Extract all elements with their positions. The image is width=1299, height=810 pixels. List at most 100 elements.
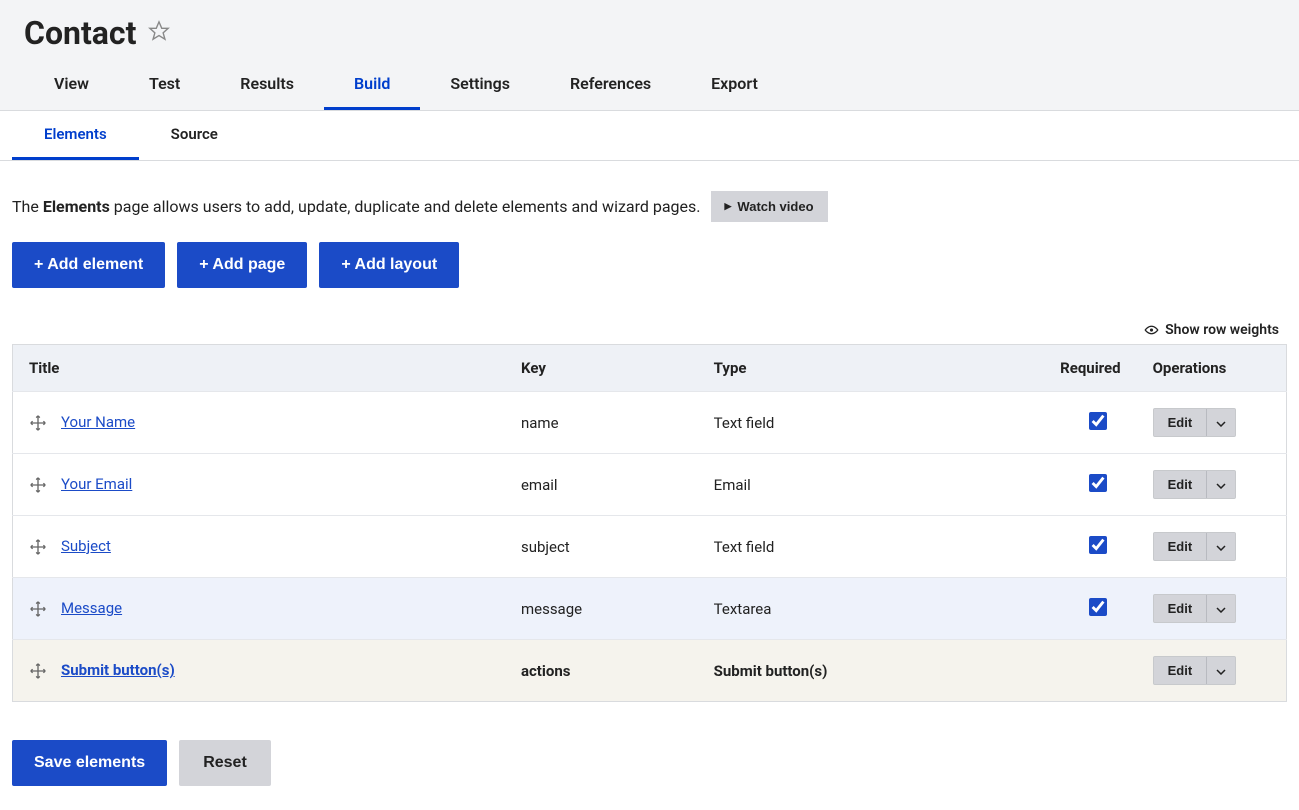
edit-button[interactable]: Edit (1154, 409, 1208, 436)
cell-type: Text field (698, 516, 1019, 578)
cell-key: message (505, 578, 698, 640)
elements-table: Title Key Type Required Operations Your … (12, 344, 1287, 702)
edit-button[interactable]: Edit (1154, 595, 1208, 622)
cell-key: email (505, 454, 698, 516)
tab-settings[interactable]: Settings (420, 60, 540, 110)
tab-results[interactable]: Results (210, 60, 324, 110)
add-layout-button[interactable]: + Add layout (319, 242, 459, 288)
operations-toggle[interactable] (1207, 471, 1235, 498)
tab-build[interactable]: Build (324, 60, 420, 110)
content-area: The Elements page allows users to add, u… (0, 161, 1299, 810)
element-title-link[interactable]: Submit button(s) (61, 661, 175, 679)
cell-operations: Edit (1137, 516, 1287, 578)
help-prefix: The (12, 197, 43, 216)
page-title: Contact (24, 14, 136, 52)
element-title-link[interactable]: Message (61, 599, 122, 617)
element-title-link[interactable]: Your Name (61, 413, 135, 431)
reset-button[interactable]: Reset (179, 740, 271, 786)
action-buttons: + Add element + Add page + Add layout (12, 242, 1287, 288)
chevron-down-icon (1216, 415, 1226, 430)
required-checkbox[interactable] (1089, 598, 1107, 616)
cell-required (1019, 640, 1137, 702)
cell-key: name (505, 392, 698, 454)
secondary-tabs-wrap: ElementsSource (0, 111, 1299, 161)
edit-button[interactable]: Edit (1154, 657, 1208, 684)
table-row: Your Email emailEmail Edit (13, 454, 1287, 516)
row-weights-label: Show row weights (1165, 322, 1279, 338)
operations-dropbutton: Edit (1153, 408, 1237, 437)
cell-operations: Edit (1137, 640, 1287, 702)
operations-toggle[interactable] (1207, 657, 1235, 684)
cell-required (1019, 454, 1137, 516)
table-row: Message messageTextarea Edit (13, 578, 1287, 640)
cell-title: Submit button(s) (13, 640, 505, 702)
cell-key: actions (505, 640, 698, 702)
cell-type: Submit button(s) (698, 640, 1019, 702)
cell-required (1019, 392, 1137, 454)
tab-view[interactable]: View (24, 60, 119, 110)
operations-dropbutton: Edit (1153, 532, 1237, 561)
eye-icon (1144, 325, 1159, 335)
table-row: Subject subjectText field Edit (13, 516, 1287, 578)
cell-title: Subject (13, 516, 505, 578)
table-header-row: Title Key Type Required Operations (13, 345, 1287, 392)
star-icon[interactable] (148, 20, 170, 46)
operations-toggle[interactable] (1207, 595, 1235, 622)
required-checkbox[interactable] (1089, 474, 1107, 492)
cell-required (1019, 516, 1137, 578)
add-page-button[interactable]: + Add page (177, 242, 307, 288)
move-icon[interactable] (29, 476, 47, 494)
save-elements-button[interactable]: Save elements (12, 740, 167, 786)
help-row: The Elements page allows users to add, u… (12, 161, 1287, 242)
cell-operations: Edit (1137, 578, 1287, 640)
cell-title: Message (13, 578, 505, 640)
move-icon[interactable] (29, 538, 47, 556)
operations-toggle[interactable] (1207, 533, 1235, 560)
operations-dropbutton: Edit (1153, 594, 1237, 623)
watch-video-button[interactable]: ▶ Watch video (711, 191, 828, 222)
chevron-down-icon (1216, 601, 1226, 616)
table-row: Your Name nameText field Edit (13, 392, 1287, 454)
move-icon[interactable] (29, 414, 47, 432)
subtab-source[interactable]: Source (139, 111, 250, 160)
help-bold: Elements (43, 197, 110, 216)
operations-toggle[interactable] (1207, 409, 1235, 436)
cell-type: Textarea (698, 578, 1019, 640)
cell-type: Email (698, 454, 1019, 516)
show-row-weights-toggle[interactable]: Show row weights (12, 316, 1287, 344)
edit-button[interactable]: Edit (1154, 533, 1208, 560)
header-type: Type (698, 345, 1019, 392)
header-key: Key (505, 345, 698, 392)
add-element-button[interactable]: + Add element (12, 242, 165, 288)
required-checkbox[interactable] (1089, 412, 1107, 430)
chevron-down-icon (1216, 477, 1226, 492)
help-text: The Elements page allows users to add, u… (12, 197, 701, 216)
top-region: Contact ViewTestResultsBuildSettingsRefe… (0, 0, 1299, 111)
secondary-tabs: ElementsSource (0, 111, 1299, 160)
chevron-down-icon (1216, 663, 1226, 678)
operations-dropbutton: Edit (1153, 470, 1237, 499)
subtab-elements[interactable]: Elements (12, 111, 139, 160)
table-row: Submit button(s)actionsSubmit button(s)E… (13, 640, 1287, 702)
element-title-link[interactable]: Your Email (61, 475, 132, 493)
title-row: Contact (0, 0, 1299, 60)
move-icon[interactable] (29, 600, 47, 618)
tab-export[interactable]: Export (681, 60, 788, 110)
tab-test[interactable]: Test (119, 60, 210, 110)
cell-required (1019, 578, 1137, 640)
header-required: Required (1019, 345, 1137, 392)
chevron-down-icon (1216, 539, 1226, 554)
help-suffix: page allows users to add, update, duplic… (110, 197, 701, 216)
play-icon: ▶ (725, 201, 732, 212)
move-icon[interactable] (29, 662, 47, 680)
cell-key: subject (505, 516, 698, 578)
cell-type: Text field (698, 392, 1019, 454)
tab-references[interactable]: References (540, 60, 681, 110)
required-checkbox[interactable] (1089, 536, 1107, 554)
element-title-link[interactable]: Subject (61, 537, 111, 555)
footer-actions: Save elements Reset (12, 740, 1287, 786)
operations-dropbutton: Edit (1153, 656, 1237, 685)
cell-title: Your Name (13, 392, 505, 454)
header-title: Title (13, 345, 505, 392)
edit-button[interactable]: Edit (1154, 471, 1208, 498)
